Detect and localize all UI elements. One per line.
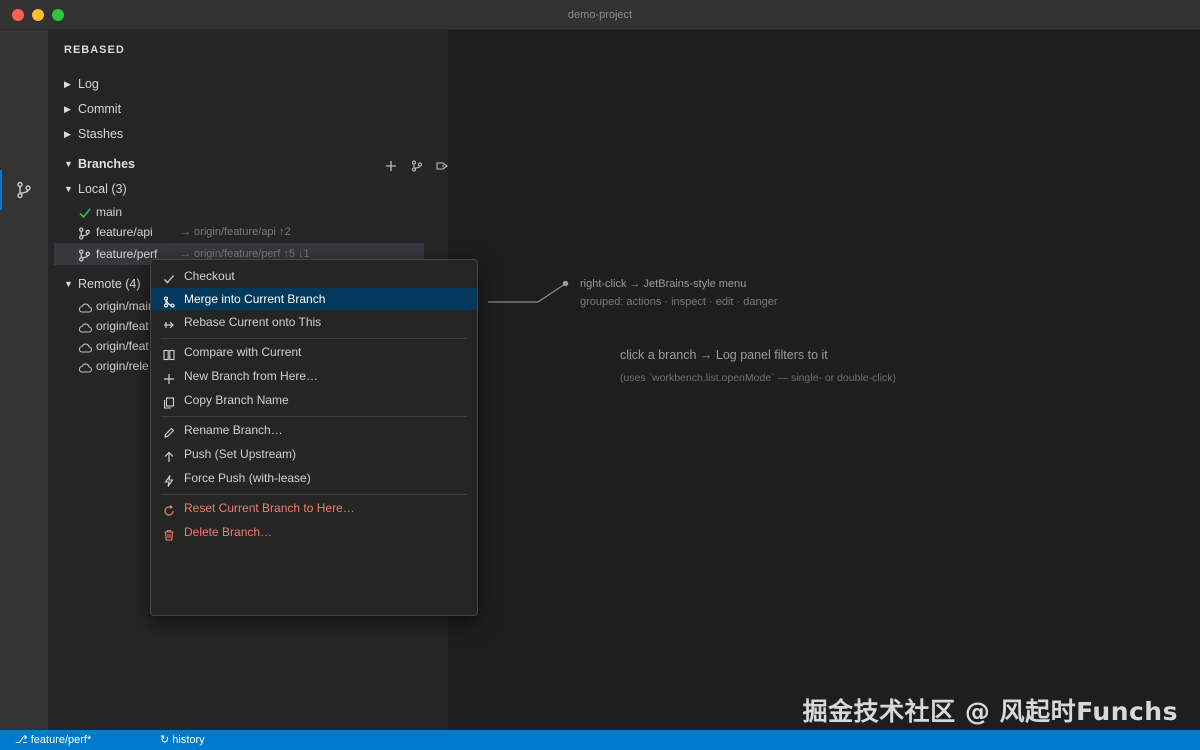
branch-name: origin/feat — [96, 339, 149, 353]
menu-item-label: Checkout — [184, 269, 235, 283]
expanded-chevron-icon: ▼ — [64, 184, 73, 194]
rebase-icon — [163, 316, 175, 338]
sidebar-title: REBASED — [64, 44, 125, 56]
menu-separator — [161, 416, 467, 417]
menu-item-label: Delete Branch… — [184, 525, 273, 539]
expanded-chevron-icon: ▼ — [64, 159, 73, 169]
section-label: Branches — [78, 157, 135, 171]
annotation-connector — [488, 280, 569, 303]
editor-area: right-click → JetBrains-style menu group… — [448, 30, 1200, 730]
menu-item-merge[interactable]: Merge into Current Branch — [151, 288, 477, 310]
branch-upstream: → origin/feature/api ↑2 — [180, 226, 291, 238]
trash-icon — [163, 526, 175, 548]
menu-item-rebase[interactable]: Rebase Current onto This — [151, 311, 477, 333]
expanded-chevron-icon: ▼ — [64, 279, 73, 289]
branch-name: feature/perf — [96, 247, 158, 261]
branch-name: origin/rele — [96, 359, 149, 373]
branches-actions — [380, 157, 453, 179]
section-stashes[interactable]: ▶ Stashes — [54, 123, 424, 145]
copy-icon — [163, 394, 175, 416]
git-branch-icon — [17, 181, 31, 199]
section-label: Commit — [78, 102, 122, 116]
status-branch[interactable]: ⎇ feature/perf* — [15, 730, 91, 750]
menu-item-compare[interactable]: Compare with Current — [151, 341, 477, 363]
branch-item[interactable]: main — [54, 201, 424, 223]
annotation-note: grouped: actions · inspect · edit · dang… — [580, 296, 778, 308]
source-control-activity-button[interactable] — [0, 170, 48, 210]
menu-item-label: Force Push (with-lease) — [184, 471, 311, 485]
status-bar: ⎇ feature/perf* ↻ history — [0, 730, 1200, 750]
menu-item-label: Reset Current Branch to Here… — [184, 501, 355, 515]
group-label: Remote (4) — [78, 277, 141, 291]
menu-item-label: Push (Set Upstream) — [184, 447, 297, 461]
menu-item-push[interactable]: Push (Set Upstream) — [151, 443, 477, 465]
branch-item[interactable]: feature/api → origin/feature/api ↑2 — [54, 221, 424, 243]
group-local[interactable]: ▼ Local (3) — [54, 178, 424, 200]
menu-item-new-branch[interactable]: New Branch from Here… — [151, 365, 477, 387]
menu-separator — [161, 494, 467, 495]
branch-name: origin/main — [96, 299, 155, 313]
section-commit[interactable]: ▶ Commit — [54, 98, 424, 120]
title-bar: demo-project — [0, 0, 1200, 30]
section-label: Log — [78, 77, 99, 91]
menu-item-delete[interactable]: Delete Branch… — [151, 521, 477, 543]
annotation-note: right-click → JetBrains-style menu — [580, 278, 747, 290]
section-log[interactable]: ▶ Log — [54, 73, 424, 95]
collapsed-chevron-icon: ▶ — [64, 79, 71, 89]
activity-bar — [0, 30, 48, 730]
collapsed-chevron-icon: ▶ — [64, 129, 71, 139]
branch-name: feature/api — [96, 225, 153, 239]
menu-item-label: New Branch from Here… — [184, 369, 319, 383]
cloud-icon — [78, 359, 93, 381]
hint-subtext: (uses `workbench.list.openMode` — single… — [620, 372, 897, 384]
branch-action-icon[interactable] — [406, 157, 428, 179]
menu-item-rename[interactable]: Rename Branch… — [151, 419, 477, 441]
menu-item-reset[interactable]: Reset Current Branch to Here… — [151, 497, 477, 519]
status-history[interactable]: ↻ history — [160, 730, 205, 750]
bolt-icon — [163, 472, 175, 494]
menu-item-label: Copy Branch Name — [184, 393, 289, 407]
branch-name: origin/feat — [96, 319, 149, 333]
menu-item-label: Rename Branch… — [184, 423, 283, 437]
branch-context-menu: Checkout Merge into Current Branch Rebas… — [150, 259, 478, 616]
hint-text: click a branch → Log panel filters to it — [620, 348, 828, 362]
collapsed-chevron-icon: ▶ — [64, 104, 71, 114]
group-label: Local (3) — [78, 182, 127, 196]
branch-name: main — [96, 205, 123, 219]
menu-item-label: Merge into Current Branch — [184, 292, 326, 306]
menu-item-label: Compare with Current — [184, 345, 302, 359]
section-label: Stashes — [78, 127, 124, 141]
menu-item-force-push[interactable]: Force Push (with-lease) — [151, 467, 477, 489]
watermark: 掘金技术社区 @ 风起时Funchs — [802, 697, 1178, 726]
add-branch-icon[interactable] — [380, 157, 402, 179]
menu-item-copy-name[interactable]: Copy Branch Name — [151, 389, 477, 411]
window-title: demo-project — [567, 9, 633, 21]
menu-item-label: Rebase Current onto This — [184, 315, 322, 329]
git-branch-icon — [78, 247, 91, 269]
menu-separator — [161, 338, 467, 339]
section-branches[interactable]: ▼ Branches — [54, 153, 449, 175]
menu-item-checkout[interactable]: Checkout — [151, 265, 477, 287]
